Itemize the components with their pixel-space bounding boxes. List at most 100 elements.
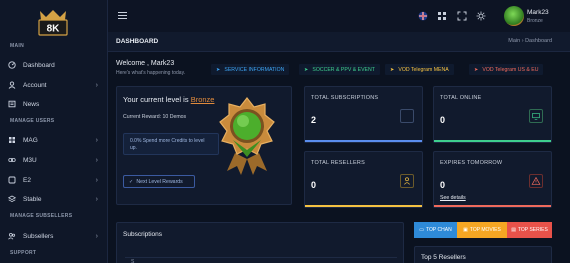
sidebar-item-m3u[interactable]: M3U › (8, 153, 104, 167)
logo-text: 8K (47, 24, 61, 35)
sidebar-item-stable[interactable]: Stable › (8, 192, 104, 206)
stat-card-total-online[interactable]: TOTAL ONLINE 0 (433, 86, 552, 143)
stat-card-total-subscriptions[interactable]: TOTAL SUBSCRIPTIONS 2 (304, 86, 423, 143)
see-details-link[interactable]: See details (440, 195, 466, 201)
chevron-right-icon: › (95, 232, 98, 240)
menu-toggle-icon[interactable] (118, 12, 127, 19)
sidebar-item-mag[interactable]: MAG › (8, 133, 104, 147)
uk-flag-icon[interactable] (418, 11, 428, 21)
stat-label: TOTAL ONLINE (440, 95, 482, 101)
sidebar: 8K MAIN Dashboard Account › News MANAGE … (0, 0, 108, 263)
stat-bar (305, 205, 422, 207)
sidebar-item-label: E2 (23, 176, 31, 184)
telegram-icon: ➤ (474, 66, 479, 73)
sidebar-item-news[interactable]: News (8, 97, 104, 111)
stat-bar (305, 140, 422, 142)
tag-soccer-ppv-event[interactable]: ➤ SOCCER & PPV & EVENT (299, 64, 380, 75)
section-manage-subsellers: MANAGE SUBSELLERS (10, 213, 73, 219)
tag-label: VOD Telegram US & EU (482, 66, 539, 73)
breadcrumb[interactable]: Main › Dashboard (508, 38, 552, 44)
link-icon (8, 158, 16, 162)
tab-top-series[interactable]: ▤ TOP SERIES (507, 222, 552, 238)
avatar[interactable] (504, 6, 524, 26)
chevron-right-icon: › (95, 136, 98, 144)
tag-service-information[interactable]: ➤ SERVICE INFORMATION (211, 64, 290, 75)
stat-value: 0 (440, 115, 446, 125)
users-icon (8, 232, 16, 240)
subscriptions-icon (400, 109, 414, 123)
tag-vod-telegram-mena[interactable]: ➤ VOD Telegram MENA (385, 64, 454, 75)
sidebar-item-subsellers[interactable]: Subsellers › (8, 229, 104, 243)
divider (125, 257, 397, 258)
sidebar-item-label: Subsellers (23, 232, 54, 240)
topbar: Mark23 Bronze (108, 0, 570, 32)
warning-icon (529, 174, 543, 188)
grid-icon (9, 137, 15, 143)
current-reward: Current Reward: 10 Demos (123, 114, 187, 120)
logo: 8K (38, 10, 68, 36)
section-manage-users: MANAGE USERS (10, 118, 55, 124)
tab-top-movies[interactable]: ▣ TOP MOVIES (457, 222, 507, 238)
stat-value: 0 (311, 180, 317, 190)
welcome-text: Welcome , Mark23 (116, 60, 175, 67)
top-resellers-title: Top 5 Resellers (421, 254, 466, 261)
stat-card-expires-tomorrow[interactable]: EXPIRES TOMORROW 0 See details (433, 151, 552, 208)
sidebar-item-label: M3U (23, 156, 37, 164)
subscriptions-title: Subscriptions (123, 231, 163, 238)
layers-icon (8, 195, 16, 203)
telegram-icon: ➤ (216, 66, 221, 73)
telegram-icon: ➤ (390, 66, 395, 73)
stat-value: 2 (311, 115, 317, 125)
speedometer-icon (8, 61, 16, 69)
welcome-subtext: Here's what's happening today. (116, 70, 186, 76)
sidebar-item-account[interactable]: Account › (8, 78, 104, 92)
apps-grid-icon[interactable] (437, 11, 447, 21)
stat-label: TOTAL SUBSCRIPTIONS (311, 95, 379, 101)
box-icon (8, 176, 16, 184)
sidebar-item-label: Account (23, 81, 47, 89)
level-title: Your current level is Bronze (123, 95, 215, 104)
user-name[interactable]: Mark23 (527, 9, 549, 16)
subscriptions-card: Subscriptions S (116, 222, 404, 263)
tag-label: VOD Telegram MENA (398, 66, 449, 73)
section-support: SUPPORT (10, 250, 37, 256)
sidebar-item-label: Stable (23, 195, 42, 203)
next-level-rewards-button[interactable]: ✓ Next Level Rewards (123, 175, 195, 188)
level-name[interactable]: Bronze (191, 95, 215, 104)
fullscreen-icon[interactable] (457, 11, 467, 21)
spend-notice: 0.0% Spend more Credits to level up. (123, 133, 219, 155)
sidebar-item-dashboard[interactable]: Dashboard (8, 58, 104, 72)
monitor-icon (529, 109, 543, 123)
chevron-right-icon: › (95, 176, 98, 184)
chevron-right-icon: › (95, 81, 98, 89)
tag-label: SOCCER & PPV & EVENT (312, 66, 375, 73)
stat-bar (434, 140, 551, 142)
newspaper-icon (8, 100, 16, 108)
level-card: Your current level is Bronze Current Rew… (116, 86, 292, 205)
page-title: DASHBOARD (116, 38, 159, 45)
user-role: Bronze (527, 18, 543, 24)
subscriptions-row: S (131, 259, 135, 263)
stat-bar (434, 205, 551, 207)
top-resellers-card: Top 5 Resellers (414, 246, 552, 263)
sidebar-item-label: News (23, 100, 40, 108)
tag-label: SERVICE INFORMATION (224, 66, 285, 73)
tab-top-chan[interactable]: ▭ TOP CHAN (414, 222, 457, 238)
section-main: MAIN (10, 43, 24, 49)
series-icon: ▤ (511, 227, 516, 233)
breadcrumb-bar: DASHBOARD Main › Dashboard (108, 32, 570, 52)
sidebar-item-label: Dashboard (23, 61, 55, 69)
tag-vod-telegram-us-eu[interactable]: ➤ VOD Telegram US & EU (469, 64, 544, 75)
stat-value: 0 (440, 180, 446, 190)
sun-icon[interactable] (476, 11, 486, 21)
bronze-badge-icon (219, 97, 275, 175)
sidebar-item-label: MAG (23, 136, 38, 144)
stat-label: TOTAL RESELLERS (311, 160, 365, 166)
stat-label: EXPIRES TOMORROW (440, 160, 503, 166)
chevron-right-icon: › (95, 156, 98, 164)
telegram-icon: ➤ (304, 66, 309, 73)
sidebar-item-e2[interactable]: E2 › (8, 173, 104, 187)
user-icon (8, 81, 16, 89)
reseller-icon (400, 174, 414, 188)
stat-card-total-resellers[interactable]: TOTAL RESELLERS 0 (304, 151, 423, 208)
